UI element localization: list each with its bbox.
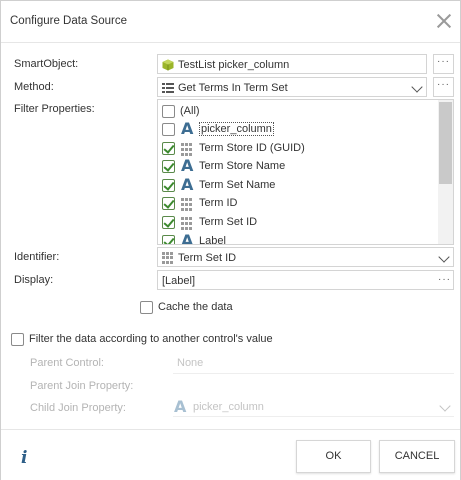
filter-property-checkbox[interactable] [162,123,175,136]
method-value: Get Terms In Term Set [178,82,288,94]
filter-property-row[interactable]: Apicker_column [162,121,432,138]
identifier-label: Identifier: [14,251,60,263]
filter-property-checkbox[interactable] [162,179,175,192]
text-type-icon: A [181,119,194,138]
filter-properties-list[interactable]: (All) Apicker_column Term Store ID (GUID) A… [157,99,454,245]
display-value: [Label] [162,275,196,287]
method-list-icon [162,83,174,93]
filter-property-row[interactable]: A Term Store Name [162,158,432,175]
info-icon[interactable]: i [21,448,27,468]
filter-property-row[interactable]: Term Store ID (GUID) [162,140,432,157]
filter-other-control-checkbox[interactable] [11,333,24,346]
scrollbar-thumb[interactable] [439,102,452,184]
filter-property-label: Term Store Name [199,160,286,172]
close-icon[interactable] [436,13,452,29]
parent-control-select[interactable]: None [173,354,454,374]
filter-property-row[interactable]: A Label [162,231,432,245]
cache-data-checkbox[interactable] [140,301,153,314]
method-browse-button[interactable]: ··· [433,77,454,97]
filter-property-checkbox[interactable] [162,160,175,173]
cancel-button[interactable]: CANCEL [379,440,455,473]
filter-property-checkbox[interactable] [162,105,175,118]
text-type-icon: A [181,231,194,245]
smartobject-browse-button[interactable]: ··· [433,54,454,74]
smartobject-field[interactable]: TestList picker_column [157,54,427,74]
guid-grid-icon [181,143,195,157]
chevron-down-icon [438,251,450,263]
guid-grid-icon [162,252,174,264]
filter-property-label: Term ID [199,197,238,209]
filter-property-checkbox[interactable] [162,235,175,244]
method-label: Method: [14,81,54,93]
guid-grid-icon [181,198,195,212]
parent-join-property-label: Parent Join Property: [30,380,134,392]
chevron-down-icon [411,81,423,93]
text-type-icon: A [181,156,194,175]
dialog-titlebar: Configure Data Source [1,1,460,43]
display-browse-button[interactable]: ··· [438,274,451,285]
filter-property-row[interactable]: (All) [162,103,432,120]
guid-grid-icon [181,217,195,231]
filter-property-label: Term Set ID [199,216,258,228]
filter-properties-label: Filter Properties: [14,103,95,115]
filter-property-checkbox[interactable] [162,142,175,155]
smartobject-value: TestList picker_column [178,59,290,71]
smartobject-cube-icon [162,59,174,71]
filter-other-control-label: Filter the data according to another con… [29,333,273,345]
filter-property-row[interactable]: Term ID [162,195,432,212]
filter-property-checkbox[interactable] [162,216,175,229]
child-join-property-label: Child Join Property: [30,402,126,414]
ok-button[interactable]: OK [296,440,371,473]
display-field[interactable]: [Label] ··· [157,270,454,290]
parent-control-value: None [177,357,204,369]
filter-property-label: Term Set Name [199,179,276,191]
text-type-icon: A [174,397,187,416]
child-join-property-value: picker_column [193,401,264,413]
parent-control-label: Parent Control: [30,357,104,369]
filter-property-label: (All) [180,105,200,117]
filter-property-label: Term Store ID (GUID) [199,142,305,154]
dialog-title: Configure Data Source [10,15,127,27]
cache-data-label: Cache the data [158,301,233,313]
display-label: Display: [14,274,54,286]
filter-property-label: Label [199,235,226,245]
text-type-icon: A [181,175,194,194]
filter-property-checkbox[interactable] [162,197,175,210]
child-join-property-select[interactable]: A picker_column [173,397,454,417]
identifier-select[interactable]: Term Set ID [157,247,454,267]
scrollbar-track[interactable] [438,100,453,244]
chevron-down-icon [439,400,451,412]
filter-property-label: picker_column [199,122,274,136]
identifier-value: Term Set ID [178,252,237,264]
method-select[interactable]: Get Terms In Term Set [157,77,427,97]
smartobject-label: SmartObject: [14,58,79,70]
filter-property-row[interactable]: A Term Set Name [162,177,432,194]
filter-property-row[interactable]: Term Set ID [162,214,432,231]
configure-data-source-dialog: Configure Data Source SmartObject: TestL… [0,0,461,480]
